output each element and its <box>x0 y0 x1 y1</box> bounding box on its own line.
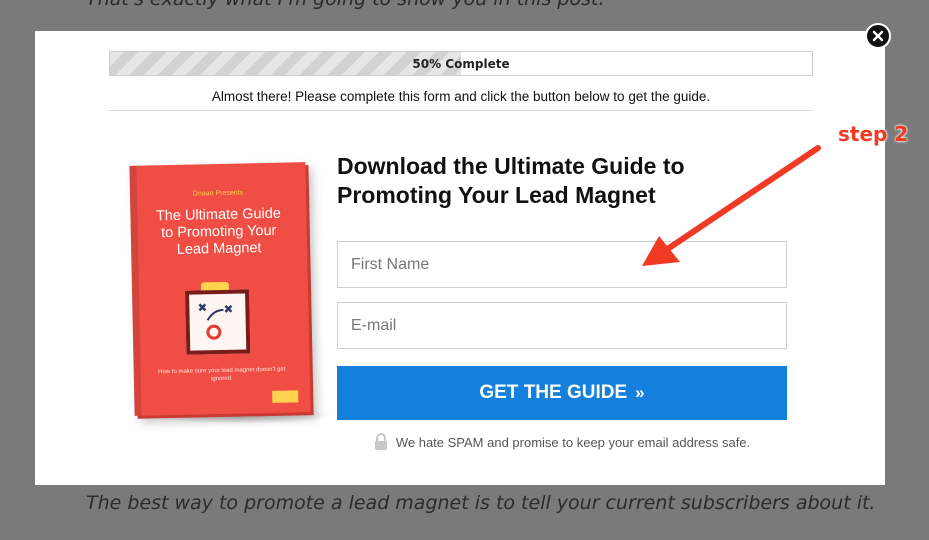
step-2-label: step 2 <box>838 122 909 146</box>
privacy-text: We hate SPAM and promise to keep your em… <box>395 434 751 450</box>
progress-label: 50% Complete <box>412 56 510 71</box>
optin-modal: 50% Complete Almost there! Please comple… <box>35 31 885 485</box>
lock-icon <box>374 433 387 450</box>
background-article-text-bottom: The best way to promote a lead magnet is… <box>86 492 876 514</box>
close-modal-button[interactable] <box>865 23 891 49</box>
privacy-note: We hate SPAM and promise to keep your em… <box>337 433 787 451</box>
background-article-text-top: That's exactly what I'm going to show yo… <box>86 0 604 10</box>
book-title: The Ultimate Guide to Promoting Your Lea… <box>155 205 282 258</box>
double-chevron-right-icon: » <box>635 383 645 402</box>
book-publisher-logo <box>272 390 299 403</box>
progress-subtext: Almost there! Please complete this form … <box>211 89 711 104</box>
clipboard-icon <box>185 289 251 355</box>
get-the-guide-button[interactable]: GET THE GUIDE » <box>337 366 787 420</box>
book-brand: Dnaan Presents <box>192 189 244 198</box>
close-icon <box>872 30 884 42</box>
divider <box>109 110 813 111</box>
ebook-cover-image: Dnaan Presents The Ultimate Guide to Pro… <box>129 162 311 416</box>
book-spine <box>129 165 142 416</box>
book-tagline: How to make sure your lead magnet doesn'… <box>158 366 286 383</box>
first-name-field[interactable] <box>337 241 787 288</box>
optin-headline: Download the Ultimate Guide to Promoting… <box>337 153 685 208</box>
progress-bar: 50% Complete <box>109 51 813 76</box>
email-field[interactable] <box>337 302 787 349</box>
cta-label: GET THE GUIDE <box>479 382 628 403</box>
